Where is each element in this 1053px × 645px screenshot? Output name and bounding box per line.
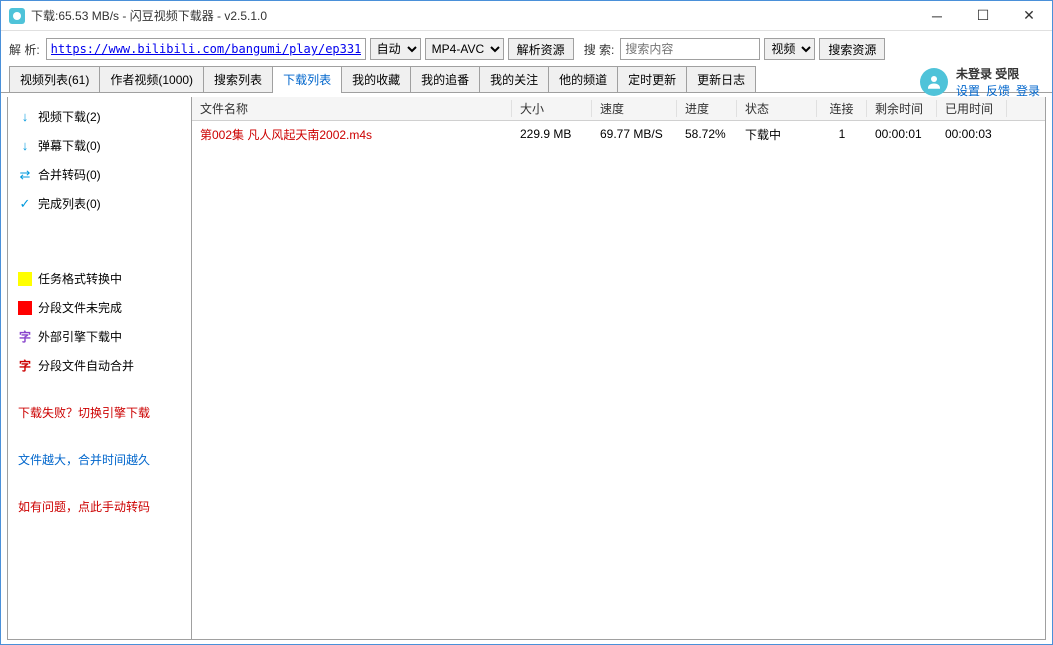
tab-search-list[interactable]: 搜索列表 [203,66,273,92]
legend-external-engine: 字 外部引擎下载中 [14,325,185,348]
tab-his-channel[interactable]: 他的频道 [548,66,618,92]
sidebar-item-label: 合并转码(0) [38,166,101,183]
tabs: 视频列表(61) 作者视频(1000) 搜索列表 下载列表 我的收藏 我的追番 … [1,67,1052,93]
tab-scheduled[interactable]: 定时更新 [617,66,687,92]
tab-author-videos[interactable]: 作者视频(1000) [99,66,204,92]
legend-label: 分段文件未完成 [38,299,122,316]
table-header: 文件名称 大小 速度 进度 状态 连接 剩余时间 已用时间 [192,97,1045,121]
table-row[interactable]: 第002集 凡人风起天南2002.m4s 229.9 MB 69.77 MB/S… [192,121,1045,147]
toolbar: 解 析: 自动 MP4-AVC 解析资源 搜 索: 视频 搜索资源 [1,31,1052,67]
th-elapsed[interactable]: 已用时间 [937,100,1007,117]
sidebar-item-label: 完成列表(0) [38,195,101,212]
parse-button[interactable]: 解析资源 [508,38,574,60]
login-status: 未登录 受限 [956,65,1019,82]
cell-connections: 1 [817,127,867,141]
close-button[interactable]: ✕ [1006,1,1052,31]
cell-progress: 58.72% [677,127,737,141]
help-manual-transcode[interactable]: 如有问题，点此手动转码 [14,495,185,518]
legend-incomplete: 分段文件未完成 [14,296,185,319]
sidebar-item-video-download[interactable]: ↓ 视频下载(2) [14,105,185,128]
tab-video-list[interactable]: 视频列表(61) [9,66,100,92]
sidebar-item-label: 视频下载(2) [38,108,101,125]
user-area: 未登录 受限 设置 反馈 登录 [920,65,1040,99]
cell-size: 229.9 MB [512,127,592,141]
legend-converting: 任务格式转换中 [14,267,185,290]
cell-filename: 第002集 凡人风起天南2002.m4s [192,126,512,143]
cell-elapsed: 00:00:03 [937,127,1007,141]
swap-icon: ⇄ [18,168,32,182]
legend-label: 分段文件自动合并 [38,357,134,374]
cell-status: 下载中 [737,126,817,143]
feedback-link[interactable]: 反馈 [986,82,1010,99]
sidebar-item-merge-transcode[interactable]: ⇄ 合并转码(0) [14,163,185,186]
sidebar-item-complete-list[interactable]: ✓ 完成列表(0) [14,192,185,215]
legend-label: 任务格式转换中 [38,270,122,287]
parse-label: 解 析: [9,41,40,58]
url-input[interactable] [46,38,366,60]
th-remaining[interactable]: 剩余时间 [867,100,937,117]
tab-download-list[interactable]: 下载列表 [272,66,342,92]
char-icon: 字 [18,357,32,374]
minimize-button[interactable]: ─ [914,1,960,31]
th-connections[interactable]: 连接 [817,100,867,117]
red-square-icon [18,301,32,315]
yellow-square-icon [18,272,32,286]
cell-speed: 69.77 MB/S [592,127,677,141]
content: ↓ 视频下载(2) ↓ 弹幕下载(0) ⇄ 合并转码(0) ✓ 完成列表(0) … [1,93,1052,644]
search-button[interactable]: 搜索资源 [819,38,885,60]
tab-my-follow[interactable]: 我的关注 [479,66,549,92]
legend-label: 外部引擎下载中 [38,328,122,345]
th-progress[interactable]: 进度 [677,100,737,117]
tab-changelog[interactable]: 更新日志 [686,66,756,92]
help-download-fail[interactable]: 下载失败？切换引擎下载 [14,401,185,424]
download-icon: ↓ [18,139,32,153]
titlebar: 下载:65.53 MB/s - 闪豆视频下载器 - v2.5.1.0 ─ ☐ ✕ [1,1,1052,31]
check-icon: ✓ [18,197,32,211]
sidebar-item-danmu-download[interactable]: ↓ 弹幕下载(0) [14,134,185,157]
download-icon: ↓ [18,110,32,124]
app-window: 下载:65.53 MB/s - 闪豆视频下载器 - v2.5.1.0 ─ ☐ ✕… [0,0,1053,645]
th-speed[interactable]: 速度 [592,100,677,117]
app-icon [9,8,25,24]
legend-auto-merge: 字 分段文件自动合并 [14,354,185,377]
login-link[interactable]: 登录 [1016,82,1040,99]
char-icon: 字 [18,328,32,345]
avatar[interactable] [920,68,948,96]
sidebar: ↓ 视频下载(2) ↓ 弹幕下载(0) ⇄ 合并转码(0) ✓ 完成列表(0) … [7,97,192,640]
th-filename[interactable]: 文件名称 [192,100,512,117]
main-panel: 文件名称 大小 速度 进度 状态 连接 剩余时间 已用时间 第002集 凡人风起… [192,97,1046,640]
tab-my-favorites[interactable]: 我的收藏 [341,66,411,92]
help-large-file[interactable]: 文件越大，合并时间越久 [14,448,185,471]
th-status[interactable]: 状态 [737,100,817,117]
search-type-select[interactable]: 视频 [764,38,815,60]
user-icon [925,73,943,91]
auto-select[interactable]: 自动 [370,38,421,60]
search-input[interactable] [620,38,760,60]
th-size[interactable]: 大小 [512,100,592,117]
sidebar-item-label: 弹幕下载(0) [38,137,101,154]
tab-my-bangumi[interactable]: 我的追番 [410,66,480,92]
format-select[interactable]: MP4-AVC [425,38,504,60]
search-label: 搜 索: [584,41,615,58]
window-title: 下载:65.53 MB/s - 闪豆视频下载器 - v2.5.1.0 [31,7,914,24]
cell-remaining: 00:00:01 [867,127,937,141]
table-body: 第002集 凡人风起天南2002.m4s 229.9 MB 69.77 MB/S… [192,121,1045,147]
window-controls: ─ ☐ ✕ [914,1,1052,31]
maximize-button[interactable]: ☐ [960,1,1006,31]
settings-link[interactable]: 设置 [956,82,980,99]
